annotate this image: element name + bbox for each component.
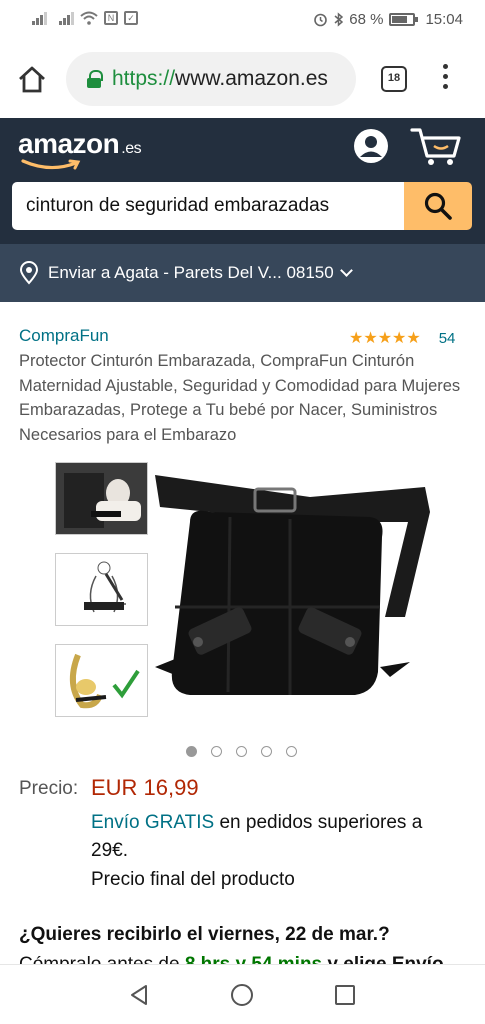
url-scheme: https:// <box>112 67 176 90</box>
search-input[interactable] <box>12 182 404 230</box>
lock-icon <box>86 70 103 88</box>
image-thumbnails <box>55 462 148 735</box>
search-button[interactable] <box>404 182 472 230</box>
battery-percent: 68 % <box>349 11 384 28</box>
delivery-question: ¿Quieres recibirlo el viernes, 22 de mar… <box>19 924 390 945</box>
thumbnail-seatbelt-diagram[interactable] <box>55 553 148 626</box>
logo-text: amazon <box>18 128 120 159</box>
thumbnail-car-photo[interactable] <box>55 462 148 535</box>
carousel-dot-2[interactable] <box>211 746 222 757</box>
rating-count: 54 <box>438 329 456 347</box>
price-value: EUR 16,99 <box>91 775 199 800</box>
product-title: Protector Cinturón Embarazada, CompraFun… <box>19 352 461 444</box>
tab-switcher-button[interactable]: 18 <box>381 66 407 92</box>
delivery-location-text: Enviar a Agata - Parets Del V... 08150 <box>48 263 334 282</box>
wifi-icon <box>80 11 98 25</box>
shipping-info: Envío GRATIS en pedidos superiores a 29€… <box>91 809 461 865</box>
product-main-image[interactable] <box>150 467 435 707</box>
delivery-countdown: Cómpralo antes de 8 hrs y 54 mins y elig… <box>19 954 444 964</box>
search-bar <box>12 182 472 230</box>
search-icon <box>424 192 452 220</box>
home-circle-icon[interactable] <box>231 984 253 1006</box>
bluetooth-icon <box>334 12 344 27</box>
address-bar[interactable]: https://www.amazon.es <box>66 52 356 106</box>
delivery-suffix: y elige Envío <box>322 954 443 964</box>
delivery-location-bar[interactable]: Enviar a Agata - Parets Del V... 08150 <box>0 244 485 302</box>
status-bar: N ✓ 68 % 15:04 <box>0 0 485 40</box>
thumbnail-checkmark[interactable] <box>55 644 148 717</box>
account-icon[interactable] <box>353 128 389 164</box>
price-label: Precio: <box>19 778 79 799</box>
home-icon[interactable] <box>16 64 48 96</box>
amazon-header: amazon .es <box>0 118 485 244</box>
url-host: www.amazon.es <box>175 67 328 90</box>
alarm-icon <box>314 13 328 27</box>
carousel-dot-3[interactable] <box>236 746 247 757</box>
amazon-smile-icon <box>21 159 81 170</box>
chevron-down-icon <box>339 263 353 277</box>
system-nav-bar <box>0 964 485 1024</box>
battery-icon <box>389 13 419 26</box>
delivery-time: 8 hrs y 54 mins <box>185 954 322 964</box>
nfc-icon: N <box>104 11 118 25</box>
location-pin-icon <box>19 261 39 285</box>
brand-link[interactable]: CompraFun <box>19 326 109 346</box>
back-icon[interactable] <box>128 983 150 1007</box>
amazon-logo[interactable]: amazon .es <box>18 128 142 160</box>
rating[interactable]: ★★★★★ 54 <box>349 328 455 348</box>
recent-apps-icon[interactable] <box>335 985 355 1005</box>
signal-icon <box>59 11 74 25</box>
carousel-dot-4[interactable] <box>261 746 272 757</box>
product-content: CompraFun ★★★★★ 54 Protector Cinturón Em… <box>0 302 485 964</box>
logo-tld: .es <box>121 140 142 157</box>
cart-icon[interactable] <box>410 126 462 166</box>
browser-toolbar: https://www.amazon.es 18 <box>0 40 485 118</box>
signal-icon <box>32 11 47 25</box>
overflow-menu-icon[interactable] <box>440 64 450 94</box>
clock: 15:04 <box>425 11 463 28</box>
carousel-dot-5[interactable] <box>286 746 297 757</box>
screenshot-icon: ✓ <box>124 11 138 25</box>
final-price-note: Precio final del producto <box>91 869 295 890</box>
star-rating-icon: ★★★★★ <box>349 330 421 347</box>
carousel-dot-1[interactable] <box>186 746 197 757</box>
free-shipping-link[interactable]: Envío GRATIS <box>91 812 214 833</box>
image-carousel-dots <box>186 746 297 757</box>
delivery-prefix: Cómpralo antes de <box>19 954 185 964</box>
